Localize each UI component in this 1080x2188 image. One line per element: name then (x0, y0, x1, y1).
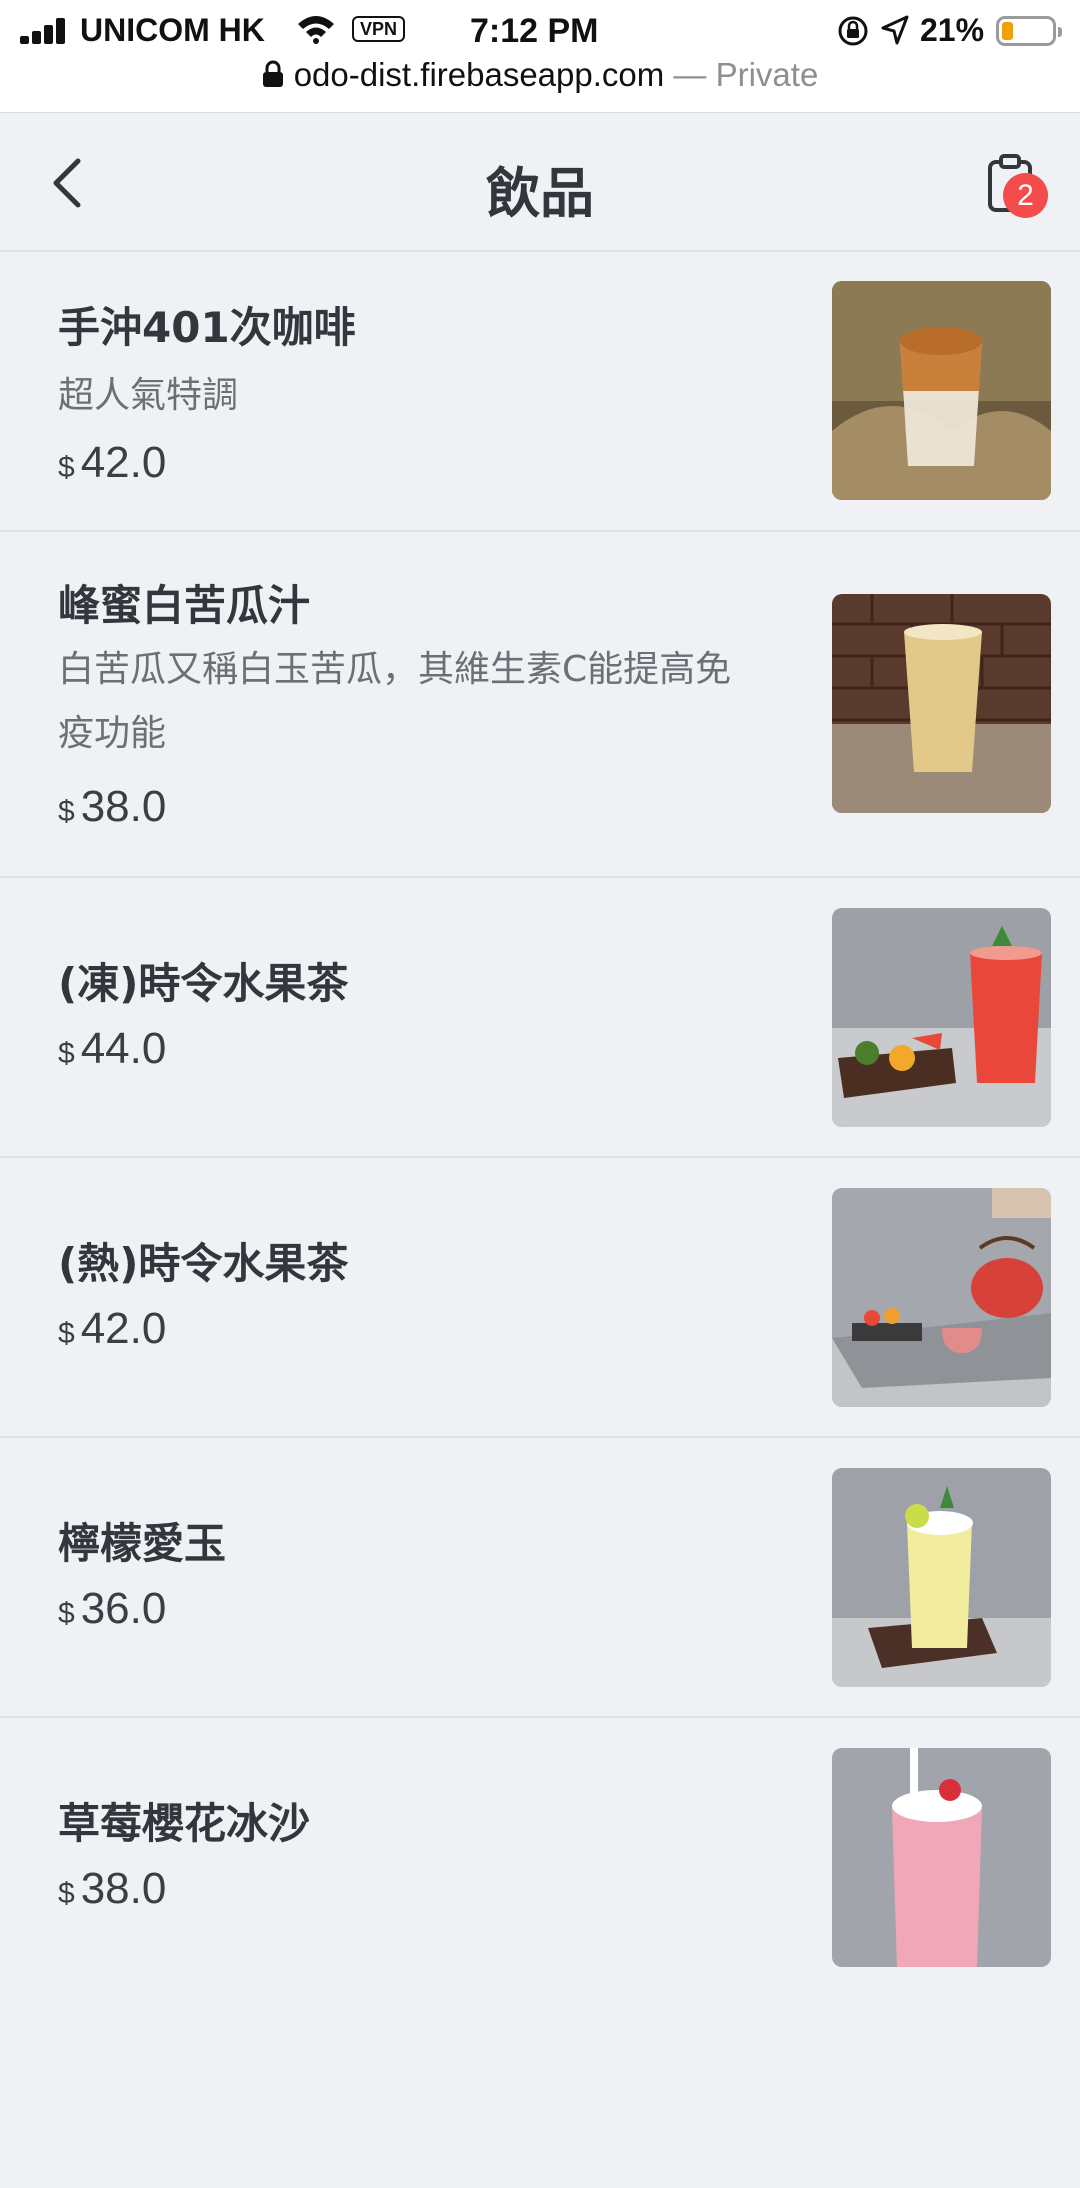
vpn-badge: VPN (352, 16, 406, 42)
currency-symbol: $ (58, 1037, 75, 1070)
price-value: 42.0 (80, 438, 167, 487)
currency-symbol: $ (58, 795, 75, 828)
cellular-signal-icon (20, 18, 68, 44)
item-image[interactable] (832, 594, 1051, 813)
item-description: 超人氣特調 (58, 375, 239, 416)
iced-fruit-tea-photo (832, 908, 1051, 1127)
item-image[interactable] (832, 1188, 1051, 1407)
item-price: $44.0 (58, 1024, 166, 1074)
menu-item[interactable]: 檸檬愛玉 $36.0 (0, 1438, 1080, 1718)
price-value: 44.0 (80, 1024, 167, 1073)
item-image[interactable] (832, 908, 1051, 1127)
nav-bar: 飲品 2 (0, 112, 1080, 252)
item-name: 草莓櫻花冰沙 (58, 1799, 311, 1848)
price-value: 38.0 (80, 1864, 167, 1913)
price-value: 42.0 (80, 1304, 167, 1353)
item-name: 手沖401次咖啡 (58, 303, 356, 352)
menu-item[interactable]: 手沖401次咖啡 超人氣特調 $42.0 (0, 252, 1080, 532)
url-bar[interactable]: odo-dist.firebaseapp.com — Private (0, 56, 1080, 94)
url-domain: odo-dist.firebaseapp.com (293, 56, 665, 93)
menu-item[interactable]: (熱)時令水果茶 $42.0 (0, 1158, 1080, 1438)
hot-fruit-tea-photo (832, 1188, 1051, 1407)
carrier-name: UNICOM HK (80, 12, 265, 48)
currency-symbol: $ (58, 1877, 75, 1910)
cart-count-badge[interactable]: 2 (1003, 173, 1048, 218)
clock: 7:12 PM (470, 12, 599, 50)
item-price: $38.0 (58, 782, 166, 832)
item-image[interactable] (832, 1468, 1051, 1687)
item-name: 峰蜜白苦瓜汁 (58, 581, 311, 630)
iced-coffee-photo (832, 281, 1051, 500)
item-price: $36.0 (58, 1584, 166, 1634)
item-description: 白苦瓜又稱白玉苦瓜，其維生素C能提高免疫功能 (58, 649, 732, 754)
location-arrow-icon (881, 15, 909, 45)
item-price: $42.0 (58, 438, 166, 488)
strawberry-sakura-smoothie-photo (832, 1748, 1051, 1967)
battery-icon (996, 16, 1062, 46)
private-label: — Private (673, 56, 819, 93)
lemon-aiyu-photo (832, 1468, 1051, 1687)
lock-icon (262, 60, 283, 87)
bitter-melon-juice-photo (832, 594, 1051, 813)
item-image[interactable] (832, 281, 1051, 500)
menu-item[interactable]: 草莓櫻花冰沙 $38.0 (0, 1718, 1080, 2188)
item-name: 檸檬愛玉 (58, 1519, 227, 1568)
currency-symbol: $ (58, 451, 75, 484)
battery-percent: 21% (920, 12, 985, 48)
item-price: $42.0 (58, 1304, 166, 1354)
price-value: 36.0 (80, 1584, 167, 1633)
item-price: $38.0 (58, 1864, 166, 1914)
item-name: (凍)時令水果茶 (58, 959, 349, 1008)
menu-item[interactable]: 峰蜜白苦瓜汁 白苦瓜又稱白玉苦瓜，其維生素C能提高免疫功能 $38.0 (0, 532, 1080, 878)
currency-symbol: $ (58, 1317, 75, 1350)
item-image[interactable] (832, 1748, 1051, 1967)
currency-symbol: $ (58, 1597, 75, 1630)
item-name: (熱)時令水果茶 (58, 1239, 349, 1288)
page-title: 飲品 (486, 162, 594, 225)
menu-item[interactable]: (凍)時令水果茶 $44.0 (0, 878, 1080, 1158)
orientation-lock-icon (838, 16, 868, 46)
wifi-icon (298, 16, 334, 44)
price-value: 38.0 (80, 782, 167, 831)
